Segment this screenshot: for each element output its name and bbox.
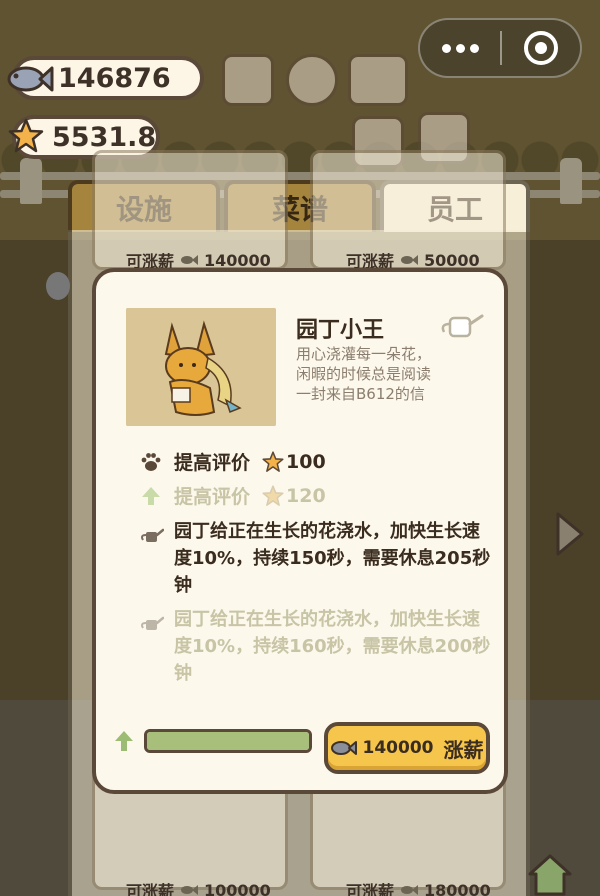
next-rating-value: 120: [286, 484, 326, 507]
current-rating-label: 提高评价: [174, 452, 251, 474]
salary-line: 可涨薪 100000: [126, 880, 271, 896]
next-rating-label: 提高评价: [174, 486, 251, 508]
next-page-arrow-icon[interactable]: [552, 510, 586, 558]
gear-icon[interactable]: [286, 54, 338, 106]
fish-icon: [7, 66, 54, 92]
upgrade-progress-fill: [147, 732, 309, 750]
arrow-up-icon: [115, 731, 133, 751]
fish-icon: [401, 885, 419, 895]
next-rating-row: 提高评价 120: [140, 482, 326, 509]
mini-program-capsule: [418, 18, 582, 78]
house-icon[interactable]: [528, 854, 572, 896]
current-skill-text: 园丁给正在生长的花浇水，加快生长速度10%，持续150秒，需要休息205秒钟: [174, 521, 491, 596]
ranking-icon[interactable]: [222, 54, 274, 106]
fish-icon: [330, 741, 357, 755]
fish-icon: [401, 255, 419, 265]
next-skill-text: 园丁给正在生长的花浇水，加快生长速度10%，持续160秒，需要休息200秒钟: [174, 609, 491, 684]
staff-detail-modal: 园丁小王 用心浇灌每一朵花，闲暇的时候总是阅读一封来自B612的信 提高评价 1…: [92, 268, 508, 794]
arrow-up-icon: [142, 486, 160, 505]
raise-salary-button[interactable]: 140000 涨薪: [324, 722, 490, 774]
watering-can-icon: [441, 314, 484, 338]
staff-name: 园丁小王: [296, 318, 385, 343]
staff-description: 用心浇灌每一朵花，闲暇的时候总是阅读一封来自B612的信: [296, 345, 432, 403]
star-icon: [262, 450, 284, 472]
watering-can-icon: [141, 616, 164, 630]
close-target-icon[interactable]: [502, 31, 580, 65]
current-rating-value: 100: [286, 450, 326, 473]
fish-icon: [181, 255, 199, 265]
side-decoration: [46, 272, 70, 300]
fish-icon: [181, 885, 199, 895]
salary-line: 可涨薪 180000: [346, 880, 491, 896]
current-rating-row: 提高评价 100: [140, 448, 326, 475]
gardener-portrait: [126, 308, 276, 426]
star-count: 5531.8: [52, 121, 157, 153]
paw-icon: [141, 452, 161, 471]
raise-label: 涨薪: [443, 737, 484, 762]
upgrade-progress-bar: [144, 729, 312, 753]
star-icon: [8, 118, 44, 153]
fish-count: 146876: [58, 62, 171, 94]
more-icon[interactable]: [420, 43, 500, 53]
book-icon[interactable]: [348, 54, 408, 106]
raise-cost: 140000: [362, 738, 434, 758]
star-icon: [262, 484, 284, 506]
watering-can-icon: [141, 528, 164, 542]
